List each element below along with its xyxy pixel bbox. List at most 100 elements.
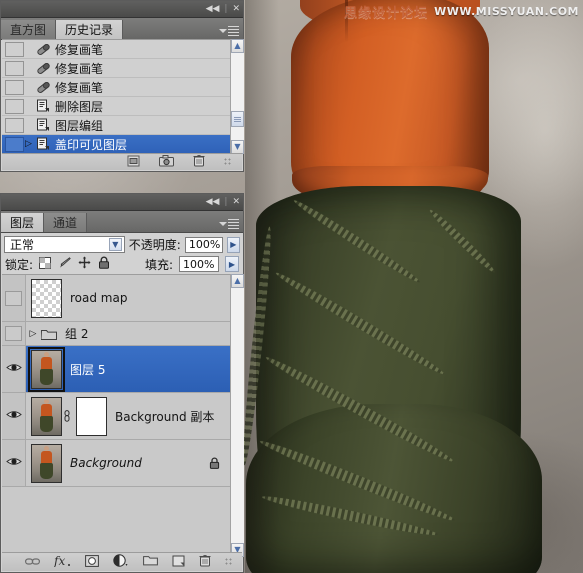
mask-link-icon[interactable] xyxy=(62,410,71,422)
scroll-up-button[interactable]: ▲ xyxy=(231,39,244,53)
resize-grip-icon[interactable] xyxy=(225,557,234,567)
layer-visibility-toggle[interactable] xyxy=(2,275,26,321)
document-state-icon xyxy=(33,99,53,113)
history-state-label: 图层编组 xyxy=(55,118,104,133)
tab-history[interactable]: 历史记录 xyxy=(56,20,124,39)
history-source-checkbox[interactable] xyxy=(5,79,24,95)
layer-row[interactable]: Background 副本 xyxy=(2,393,230,440)
layer-group-row[interactable]: ▷ 组 2 xyxy=(2,322,230,346)
layers-panel-footer[interactable]: fx xyxy=(2,552,242,571)
layer-mask-thumbnail[interactable] xyxy=(76,396,107,436)
history-state-row[interactable]: 图层编组 xyxy=(2,116,231,135)
new-snapshot-icon[interactable] xyxy=(159,154,174,170)
layers-panel-menu-icon[interactable] xyxy=(219,218,239,229)
lock-image-icon[interactable] xyxy=(58,256,71,272)
visibility-off-box xyxy=(5,326,22,341)
new-document-from-state-icon[interactable] xyxy=(127,155,140,170)
close-icon[interactable]: ✕ xyxy=(232,4,240,14)
delete-state-icon[interactable] xyxy=(193,154,205,170)
layer-style-fx-icon[interactable]: fx xyxy=(53,554,71,570)
history-source-checkbox[interactable] xyxy=(5,136,24,152)
history-state-list[interactable]: 修复画笔 修复画笔 修复画笔 删除图层 图层编组 ▷ 盖印可见图层 xyxy=(2,39,231,155)
tab-histogram[interactable]: 直方图 xyxy=(1,20,57,39)
layer-thumbnail[interactable] xyxy=(28,346,65,392)
fill-slider-button[interactable]: ▶ xyxy=(225,256,239,272)
delete-layer-icon[interactable] xyxy=(199,554,211,570)
layer-row[interactable]: Background xyxy=(2,440,230,487)
tab-channels[interactable]: 通道 xyxy=(44,213,88,232)
scroll-grip-icon xyxy=(234,116,241,122)
layer-visibility-toggle[interactable] xyxy=(2,393,26,439)
lock-buttons[interactable] xyxy=(39,256,110,272)
collapse-icon[interactable]: ◀◀ xyxy=(206,4,220,14)
thumb-orange-top xyxy=(41,450,52,464)
thumb-green-skirt xyxy=(40,462,53,479)
layers-panel[interactable]: ◀◀ | ✕ 图层 通道 正常 ▼ 不透明度: 100% ▶ 锁定: 填充: 1… xyxy=(0,193,244,573)
layer-list[interactable]: road map ▷ 组 2 图层 5 Background 副本 Backgr… xyxy=(2,274,230,558)
resize-grip-icon[interactable] xyxy=(224,157,233,167)
healing-brush-icon xyxy=(33,43,53,56)
history-source-checkbox[interactable] xyxy=(5,41,24,57)
history-state-row[interactable]: 修复画笔 xyxy=(2,40,231,59)
thumb-orange-top xyxy=(41,356,52,370)
opacity-slider-button[interactable]: ▶ xyxy=(226,236,240,253)
layer-visibility-toggle[interactable] xyxy=(2,322,26,345)
adjustment-layer-icon[interactable] xyxy=(113,554,129,570)
hamburger-icon xyxy=(228,218,239,229)
layer-thumbnail[interactable] xyxy=(31,443,62,483)
layers-panel-titlebar[interactable]: ◀◀ | ✕ xyxy=(1,194,243,211)
lock-row[interactable]: 锁定: 填充: 100% ▶ xyxy=(1,254,243,274)
history-state-row[interactable]: 修复画笔 xyxy=(2,78,231,97)
history-panel-footer[interactable] xyxy=(2,153,242,170)
layers-scrollbar[interactable]: ▲ ▼ xyxy=(230,274,244,557)
lock-transparency-icon[interactable] xyxy=(39,256,52,272)
close-icon[interactable]: ✕ xyxy=(232,197,240,207)
layer-thumbnail[interactable] xyxy=(31,396,62,436)
scroll-up-button[interactable]: ▲ xyxy=(231,274,244,288)
chevron-down-icon[interactable]: ▼ xyxy=(108,238,122,251)
history-source-checkbox[interactable] xyxy=(5,98,24,114)
thumb-head xyxy=(44,351,49,357)
layer-name: Background xyxy=(70,456,142,470)
link-layers-icon[interactable] xyxy=(25,556,41,569)
history-scrollbar[interactable]: ▲ ▼ xyxy=(230,39,244,154)
add-mask-icon[interactable] xyxy=(85,554,99,570)
watermark-en: WWW.MISSYUAN.COM xyxy=(434,5,579,18)
layer-visibility-toggle[interactable] xyxy=(2,440,26,486)
layer-visibility-toggle[interactable] xyxy=(2,346,26,392)
document-state-icon xyxy=(33,118,53,132)
new-layer-icon[interactable] xyxy=(172,555,185,570)
lock-position-icon[interactable] xyxy=(78,256,91,272)
history-state-row[interactable]: 修复画笔 xyxy=(2,59,231,78)
opacity-label: 不透明度: xyxy=(128,238,181,252)
history-panel-menu-icon[interactable] xyxy=(219,25,239,36)
scroll-down-button[interactable]: ▼ xyxy=(231,140,244,154)
new-group-icon[interactable] xyxy=(143,555,158,569)
history-state-label: 删除图层 xyxy=(55,99,104,114)
fill-input[interactable]: 100% xyxy=(179,256,219,272)
history-state-label: 修复画笔 xyxy=(55,80,104,95)
blend-mode-value: 正常 xyxy=(10,238,35,252)
history-source-checkbox[interactable] xyxy=(5,60,24,76)
layers-panel-tabs[interactable]: 图层 通道 xyxy=(1,211,243,233)
lock-label: 锁定: xyxy=(5,257,34,272)
collapse-icon[interactable]: ◀◀ xyxy=(206,197,220,207)
thumb-head xyxy=(44,398,49,404)
layer-row-selected[interactable]: 图层 5 xyxy=(2,346,230,393)
healing-brush-icon xyxy=(33,81,53,94)
group-expand-arrow-icon[interactable]: ▷ xyxy=(26,329,40,339)
opacity-input[interactable]: 100% xyxy=(184,236,223,253)
history-source-checkbox[interactable] xyxy=(5,117,24,133)
lock-all-icon[interactable] xyxy=(98,256,110,272)
history-state-row-selected[interactable]: ▷ 盖印可见图层 xyxy=(2,135,231,154)
blend-mode-select[interactable]: 正常 ▼ xyxy=(4,236,125,253)
layer-row[interactable]: road map xyxy=(2,275,230,322)
history-scroll-thumb[interactable] xyxy=(231,111,244,127)
history-panel[interactable]: ◀◀ | ✕ 直方图 历史记录 修复画笔 修复画笔 修复画笔 删除图层 图层编组… xyxy=(0,0,244,172)
history-state-row[interactable]: 删除图层 xyxy=(2,97,231,116)
tab-layers[interactable]: 图层 xyxy=(1,213,45,232)
layer-thumbnail[interactable] xyxy=(31,278,62,318)
blend-opacity-row[interactable]: 正常 ▼ 不透明度: 100% ▶ xyxy=(1,233,243,254)
history-panel-titlebar[interactable]: ◀◀ | ✕ xyxy=(1,1,243,18)
history-panel-tabs[interactable]: 直方图 历史记录 xyxy=(1,18,243,40)
